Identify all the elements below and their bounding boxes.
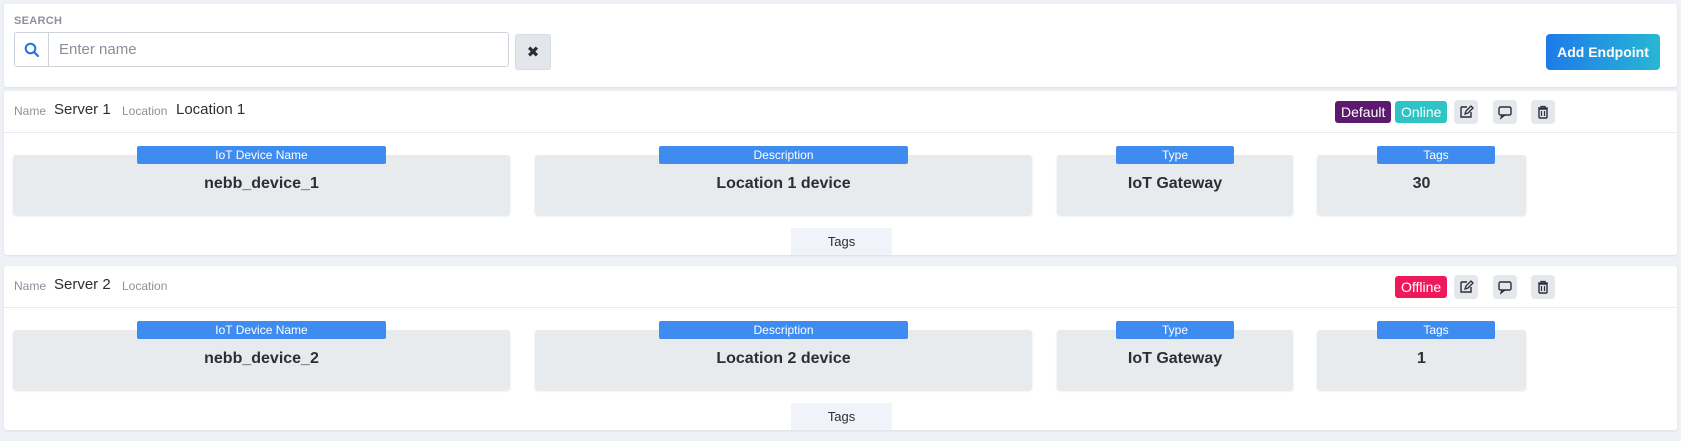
trash-icon bbox=[1538, 280, 1548, 294]
type-field: IoT Gateway bbox=[1057, 155, 1293, 215]
status-badge-offline: Offline bbox=[1395, 276, 1448, 298]
server-location: Location 1 bbox=[176, 101, 246, 118]
close-icon: ✖ bbox=[526, 44, 540, 61]
type-label: Type bbox=[1116, 321, 1234, 339]
type-value: IoT Gateway bbox=[1127, 350, 1223, 367]
tags-value: 1 bbox=[1417, 350, 1426, 367]
comment-button[interactable] bbox=[1493, 100, 1517, 124]
comment-icon bbox=[1498, 106, 1512, 120]
tags-tab[interactable]: Tags bbox=[791, 403, 892, 430]
edit-button[interactable] bbox=[1454, 100, 1478, 124]
tags-tab[interactable]: Tags bbox=[791, 228, 892, 255]
comment-icon bbox=[1498, 281, 1512, 295]
description-field: Location 1 device bbox=[535, 155, 1032, 215]
type-label: Type bbox=[1116, 146, 1234, 164]
device-name-field: nebb_device_1 bbox=[13, 155, 510, 215]
search-field[interactable] bbox=[14, 32, 509, 67]
edit-button[interactable] bbox=[1454, 275, 1478, 299]
server-name: Server 1 bbox=[54, 101, 111, 118]
description-value: Location 1 device bbox=[716, 175, 851, 192]
location-label: Location bbox=[122, 104, 168, 118]
delete-button[interactable] bbox=[1531, 275, 1555, 299]
edit-icon bbox=[1460, 105, 1474, 118]
name-label: Name bbox=[14, 104, 47, 118]
tags-value: 30 bbox=[1412, 175, 1431, 192]
add-endpoint-button[interactable]: Add Endpoint bbox=[1546, 34, 1660, 70]
type-value: IoT Gateway bbox=[1127, 175, 1223, 192]
search-icon[interactable] bbox=[15, 33, 49, 66]
tags-field: 30 bbox=[1317, 155, 1526, 215]
tags-field: 1 bbox=[1317, 330, 1526, 390]
tags-label: Tags bbox=[1377, 321, 1495, 339]
delete-button[interactable] bbox=[1531, 100, 1555, 124]
comment-button[interactable] bbox=[1493, 275, 1517, 299]
server-name: Server 2 bbox=[54, 276, 111, 293]
device-name-label: IoT Device Name bbox=[137, 146, 386, 164]
device-name-value: nebb_device_1 bbox=[204, 175, 319, 192]
search-input[interactable] bbox=[49, 33, 508, 66]
clear-search-button[interactable]: ✖ bbox=[515, 34, 551, 70]
description-label: Description bbox=[659, 321, 908, 339]
edit-icon bbox=[1460, 280, 1474, 293]
device-name-label: IoT Device Name bbox=[137, 321, 386, 339]
device-name-value: nebb_device_2 bbox=[204, 350, 319, 367]
location-label: Location bbox=[122, 279, 168, 293]
server-header: Name Server 1 Location Location 1 Defaul… bbox=[4, 91, 1677, 133]
server-card: Name Server 2 Location Offline nebb_devi… bbox=[4, 266, 1677, 430]
device-name-field: nebb_device_2 bbox=[13, 330, 510, 390]
type-field: IoT Gateway bbox=[1057, 330, 1293, 390]
status-badge-online: Online bbox=[1395, 101, 1448, 123]
description-value: Location 2 device bbox=[716, 350, 851, 367]
server-card: Name Server 1 Location Location 1 Defaul… bbox=[4, 91, 1677, 255]
trash-icon bbox=[1538, 105, 1548, 119]
server-header: Name Server 2 Location Offline bbox=[4, 266, 1677, 308]
description-field: Location 2 device bbox=[535, 330, 1032, 390]
tags-label: Tags bbox=[1377, 146, 1495, 164]
search-panel: SEARCH ✖ Add Endpoint bbox=[4, 4, 1677, 87]
name-label: Name bbox=[14, 279, 47, 293]
description-label: Description bbox=[659, 146, 908, 164]
search-caption: SEARCH bbox=[14, 15, 63, 27]
default-badge: Default bbox=[1335, 101, 1392, 123]
